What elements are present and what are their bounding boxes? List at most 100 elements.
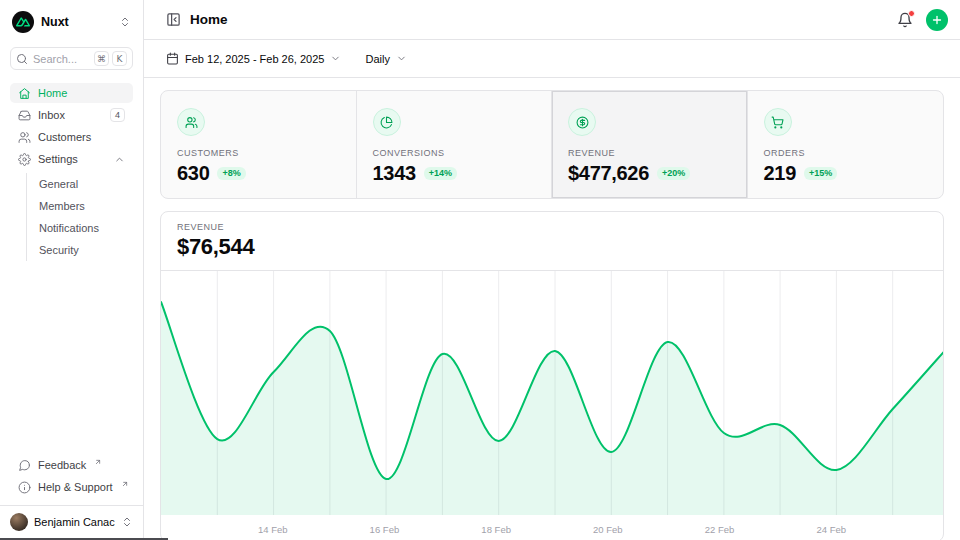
notifications-button[interactable]	[897, 12, 913, 28]
sidebar-item-home[interactable]: Home	[10, 83, 133, 103]
sidebar-item-label: Settings	[38, 153, 78, 165]
chevron-down-icon	[330, 53, 341, 64]
granularity-select[interactable]: Daily	[365, 53, 406, 65]
nuxt-logo-icon	[12, 11, 34, 33]
cart-icon	[771, 116, 784, 129]
app-root: Nuxt Search... ⌘ K Home Inbox 4 Cust	[0, 0, 960, 540]
header-actions	[897, 9, 948, 31]
stat-card-revenue[interactable]: REVENUE $477,626 +20%	[552, 91, 748, 198]
pie-chart-icon	[380, 116, 393, 129]
user-name: Benjamin Canac	[34, 516, 115, 528]
team-switcher[interactable]: Nuxt	[10, 10, 133, 34]
gear-icon	[18, 153, 31, 166]
granularity-value: Daily	[365, 53, 389, 65]
plus-icon	[931, 14, 943, 26]
sub-item-label: Notifications	[39, 222, 99, 234]
users-icon	[18, 131, 31, 144]
external-link-icon	[94, 458, 102, 466]
stat-value: $477,626	[568, 161, 649, 185]
main: Home Feb 12, 2025 - Feb 26, 2025 Daily	[144, 0, 960, 540]
revenue-chart-card: REVENUE $76,544 14 Feb 16 Feb 18 Feb 20 Feb…	[160, 211, 944, 540]
calendar-icon	[166, 52, 179, 65]
sidebar-item-security[interactable]: Security	[27, 240, 133, 260]
feedback-link[interactable]: Feedback	[10, 455, 133, 475]
sidebar: Nuxt Search... ⌘ K Home Inbox 4 Cust	[0, 0, 144, 540]
kbd-cmd: ⌘	[94, 51, 109, 66]
search-input[interactable]: Search... ⌘ K	[10, 47, 133, 70]
stat-value: 219	[764, 161, 796, 185]
chart-header: REVENUE $76,544	[161, 212, 943, 271]
search-shortcut: ⌘ K	[94, 51, 127, 66]
home-icon	[18, 87, 31, 100]
chart-label: REVENUE	[177, 222, 927, 232]
sidebar-item-notifications[interactable]: Notifications	[27, 218, 133, 238]
sidebar-footer: Feedback Help & Support Benjamin Canac	[10, 455, 133, 540]
date-range-picker[interactable]: Feb 12, 2025 - Feb 26, 2025	[166, 52, 341, 65]
stat-label: ORDERS	[764, 148, 928, 158]
stat-value: 1343	[373, 161, 416, 185]
chart-total-value: $76,544	[177, 234, 927, 260]
sub-item-label: Security	[39, 244, 79, 256]
stat-card-customers[interactable]: CUSTOMERS 630 +8%	[161, 91, 357, 198]
x-tick-label: 22 Feb	[705, 524, 735, 535]
stat-delta-badge: +14%	[424, 167, 457, 180]
stat-icon-circle	[177, 108, 205, 136]
sidebar-item-general[interactable]: General	[27, 174, 133, 194]
user-menu[interactable]: Benjamin Canac	[0, 505, 143, 540]
sub-item-label: General	[39, 178, 78, 190]
inbox-icon	[18, 109, 31, 122]
stat-label: CONVERSIONS	[373, 148, 536, 158]
search-icon	[16, 53, 28, 65]
stat-icon-circle	[373, 108, 401, 136]
info-icon	[18, 481, 31, 494]
stat-delta-badge: +8%	[217, 167, 245, 180]
stat-label: REVENUE	[568, 148, 731, 158]
team-name: Nuxt	[41, 15, 69, 29]
page-title: Home	[190, 12, 228, 27]
collapse-sidebar-icon[interactable]	[166, 12, 181, 27]
chevron-up-icon	[114, 154, 125, 165]
x-tick-label: 20 Feb	[593, 524, 623, 535]
search-placeholder: Search...	[33, 53, 89, 65]
message-circle-icon	[18, 459, 31, 472]
x-tick-label: 14 Feb	[258, 524, 288, 535]
stat-card-conversions[interactable]: CONVERSIONS 1343 +14%	[357, 91, 553, 198]
sidebar-item-inbox[interactable]: Inbox 4	[10, 105, 133, 125]
sidebar-item-settings[interactable]: Settings	[10, 149, 133, 169]
chevrons-up-down-icon	[119, 16, 131, 28]
stat-delta-badge: +15%	[804, 167, 837, 180]
revenue-chart[interactable]: 14 Feb 16 Feb 18 Feb 20 Feb 22 Feb 24 Feb	[161, 271, 943, 540]
footer-link-label: Feedback	[38, 459, 86, 471]
settings-subnav: General Members Notifications Security	[26, 173, 133, 261]
x-tick-label: 24 Feb	[816, 524, 846, 535]
sidebar-item-customers[interactable]: Customers	[10, 127, 133, 147]
revenue-area	[161, 302, 944, 515]
x-tick-label: 16 Feb	[370, 524, 400, 535]
stat-card-orders[interactable]: ORDERS 219 +15%	[748, 91, 944, 198]
chart-xlabels: 14 Feb 16 Feb 18 Feb 20 Feb 22 Feb 24 Feb	[161, 515, 943, 540]
x-tick-label: 18 Feb	[481, 524, 511, 535]
sidebar-item-label: Inbox	[38, 109, 65, 121]
stat-icon-circle	[764, 108, 792, 136]
inbox-count-badge: 4	[110, 108, 125, 122]
stat-icon-circle	[568, 108, 596, 136]
page-header: Home	[144, 0, 960, 40]
avatar	[10, 513, 28, 531]
chevrons-up-down-icon	[121, 516, 133, 528]
filter-toolbar: Feb 12, 2025 - Feb 26, 2025 Daily	[144, 40, 960, 78]
date-range-value: Feb 12, 2025 - Feb 26, 2025	[185, 53, 324, 65]
help-support-link[interactable]: Help & Support	[10, 477, 133, 497]
stat-label: CUSTOMERS	[177, 148, 340, 158]
footer-link-label: Help & Support	[38, 481, 113, 493]
sub-item-label: Members	[39, 200, 85, 212]
revenue-chart-svg	[161, 271, 944, 515]
stats-row: CUSTOMERS 630 +8% CONVERSIONS 1343 +14%	[160, 90, 944, 199]
notification-dot	[908, 10, 915, 17]
content: CUSTOMERS 630 +8% CONVERSIONS 1343 +14%	[144, 78, 960, 540]
sidebar-item-label: Customers	[38, 131, 91, 143]
external-link-icon	[121, 480, 129, 488]
sidebar-item-label: Home	[38, 87, 67, 99]
stat-delta-badge: +20%	[657, 167, 690, 180]
sidebar-item-members[interactable]: Members	[27, 196, 133, 216]
add-button[interactable]	[926, 9, 948, 31]
